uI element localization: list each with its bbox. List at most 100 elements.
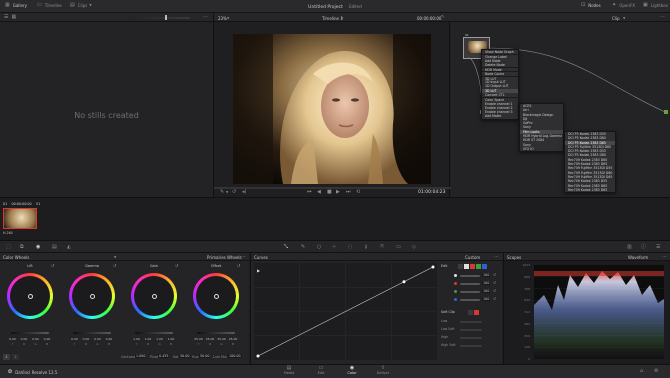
wheel-value[interactable]: 0.00 bbox=[42, 337, 53, 341]
tracker-icon[interactable]: ⊹ bbox=[332, 245, 336, 250]
reset-icon[interactable]: ↺ bbox=[493, 273, 496, 278]
wheel-puck[interactable] bbox=[28, 294, 33, 299]
wheel-value[interactable]: 0.00 bbox=[19, 337, 30, 341]
film-look-item[interactable]: Rec709 Kodak 2383 D65 bbox=[565, 188, 615, 192]
intensity-value[interactable]: 100 bbox=[482, 297, 491, 301]
wheels-options-icon[interactable]: ⋯ bbox=[241, 254, 246, 260]
wheel-value[interactable]: 1.00 bbox=[154, 337, 165, 341]
wheel-value[interactable]: 0.00 bbox=[30, 337, 41, 341]
viewer-zoom[interactable]: 23% bbox=[218, 16, 227, 21]
scope-options-icon[interactable]: ⋯ bbox=[662, 254, 667, 260]
wheel-value[interactable]: 0.00 bbox=[81, 337, 92, 341]
undo-icon[interactable]: ↺ bbox=[232, 190, 236, 195]
page-button-1[interactable]: 1 bbox=[3, 354, 10, 360]
curve-graph[interactable]: ▶ bbox=[254, 263, 437, 360]
keyframes-icon[interactable]: ◇ bbox=[412, 245, 416, 250]
hue-value[interactable]: 50.00 bbox=[199, 354, 211, 358]
blur-icon[interactable]: ◌ bbox=[348, 245, 352, 250]
wheel-value[interactable]: 1.00 bbox=[143, 337, 154, 341]
reset-icon[interactable]: ↺ bbox=[51, 263, 54, 268]
curves-tool-icon[interactable]: ⤡ bbox=[284, 245, 288, 250]
wheel-value[interactable]: 0.00 bbox=[69, 337, 80, 341]
soft-clip-slider[interactable] bbox=[460, 328, 482, 331]
lum-mix-value[interactable]: 100.00 bbox=[228, 354, 242, 358]
master-wheel-slider[interactable] bbox=[197, 332, 235, 334]
page-tab-edit[interactable]: ▭ Edit bbox=[310, 366, 332, 376]
node-editor-panel[interactable]: Clip ▼ ⋯ 01 Show Node Graph Change Label A… bbox=[451, 13, 670, 197]
intensity-slider[interactable] bbox=[460, 290, 480, 293]
blue-channel-swatch[interactable] bbox=[482, 264, 487, 269]
page-button-2[interactable]: 2 bbox=[12, 354, 19, 360]
pivot-value[interactable]: 0.435 bbox=[158, 354, 170, 358]
grid-icon[interactable]: ▦ bbox=[11, 14, 16, 20]
intensity-slider[interactable] bbox=[460, 274, 480, 277]
wheel-value[interactable]: 0.00 bbox=[7, 337, 18, 341]
home-icon[interactable]: ⌂ bbox=[640, 369, 643, 374]
intensity-slider[interactable] bbox=[460, 282, 480, 285]
page-tab-deliver[interactable]: ⇪ Deliver bbox=[372, 366, 394, 376]
wheel-value[interactable]: 25.00 bbox=[193, 337, 204, 341]
curves-options-icon[interactable]: ⋯ bbox=[494, 254, 499, 260]
pointer-tool-icon[interactable]: ↖ bbox=[441, 15, 445, 20]
wheel-value[interactable]: 0.00 bbox=[92, 337, 103, 341]
master-wheel-slider[interactable] bbox=[11, 332, 49, 334]
color-wheel[interactable] bbox=[131, 273, 177, 319]
volume-icon[interactable]: ◂) bbox=[242, 190, 246, 195]
red-channel-swatch[interactable] bbox=[470, 264, 475, 269]
gallery-view-icon[interactable]: ☰ bbox=[4, 14, 8, 20]
rgb-mixer-icon[interactable]: ▤ bbox=[52, 245, 57, 250]
soft-clip-red-swatch[interactable] bbox=[474, 310, 479, 315]
clip-thumbnail[interactable] bbox=[3, 208, 37, 229]
intensity-value[interactable]: 100 bbox=[482, 289, 491, 293]
reset-icon[interactable]: ↺ bbox=[493, 289, 496, 294]
timeline-selector[interactable]: Timeline 1 bbox=[322, 16, 343, 21]
link-icon[interactable] bbox=[458, 264, 463, 269]
y-channel-swatch[interactable] bbox=[464, 264, 469, 269]
wheel-puck[interactable] bbox=[152, 294, 157, 299]
page-tab-color[interactable]: ◉ Color bbox=[341, 366, 363, 376]
context-menu-item[interactable]: Add Matte bbox=[482, 114, 518, 118]
wheel-value[interactable]: 1.00 bbox=[166, 337, 177, 341]
reset-icon[interactable]: ↺ bbox=[493, 281, 496, 286]
wheel-value[interactable]: 25.00 bbox=[228, 337, 239, 341]
node-mode-selector[interactable]: Clip bbox=[612, 16, 620, 21]
qualifier-icon[interactable]: ✎ bbox=[301, 245, 305, 250]
soft-clip-link-icon[interactable] bbox=[468, 310, 473, 315]
sizing-icon[interactable]: ⤧ bbox=[380, 245, 384, 250]
intensity-value[interactable]: 100 bbox=[482, 273, 491, 277]
key-icon[interactable]: ⚷ bbox=[364, 245, 368, 250]
color-wheels-icon[interactable]: ◉ bbox=[36, 245, 40, 250]
viewer-image[interactable] bbox=[233, 34, 431, 184]
film-looks-submenu[interactable]: DCI P3 Kodak 2383 D55 DCI P3 Kodak 2383 D… bbox=[564, 131, 616, 194]
node-options-icon[interactable]: ⋯ bbox=[660, 15, 665, 20]
skip-end-icon[interactable]: ⏭ bbox=[346, 190, 351, 195]
soft-clip-slider[interactable] bbox=[460, 344, 482, 347]
color-wheel[interactable] bbox=[193, 273, 239, 319]
node-output-connector[interactable] bbox=[664, 110, 668, 114]
window-icon[interactable]: ○ bbox=[317, 245, 321, 250]
wheel-value[interactable]: 25.00 bbox=[216, 337, 227, 341]
wheel-puck[interactable] bbox=[214, 294, 219, 299]
reset-icon[interactable]: ↺ bbox=[237, 263, 240, 268]
soft-clip-slider[interactable] bbox=[460, 320, 482, 323]
openfx-button[interactable]: ✦ OpenFX bbox=[612, 3, 635, 9]
master-wheel-slider[interactable] bbox=[73, 332, 111, 334]
gallery-zoom-slider[interactable] bbox=[130, 15, 190, 20]
intensity-value[interactable]: 100 bbox=[482, 281, 491, 285]
pen-icon[interactable]: ✎ bbox=[220, 190, 224, 195]
skip-start-icon[interactable]: ⏮ bbox=[307, 190, 312, 195]
reset-icon[interactable]: ↺ bbox=[493, 297, 496, 302]
settings-icon[interactable]: ☰ bbox=[656, 245, 660, 250]
wheel-puck[interactable] bbox=[90, 294, 95, 299]
scopes-icon[interactable]: ▥ bbox=[627, 245, 632, 250]
nodes-button[interactable]: ⊡ Nodes bbox=[581, 3, 601, 9]
wheel-value[interactable]: 1.00 bbox=[131, 337, 142, 341]
info-icon[interactable]: ⓘ bbox=[641, 245, 646, 250]
color-match-icon[interactable]: ⧉ bbox=[20, 245, 24, 250]
gallery-options-icon[interactable]: ⋯ bbox=[203, 15, 208, 20]
loop-icon[interactable]: ⟲ bbox=[356, 190, 360, 195]
step-back-icon[interactable]: ◀ bbox=[317, 190, 321, 195]
curves-mode-selector[interactable]: Custom bbox=[465, 255, 480, 260]
node-context-menu[interactable]: Show Node Graph Change Label Add Node Delet… bbox=[481, 49, 519, 120]
reset-icon[interactable]: ↺ bbox=[113, 263, 116, 268]
